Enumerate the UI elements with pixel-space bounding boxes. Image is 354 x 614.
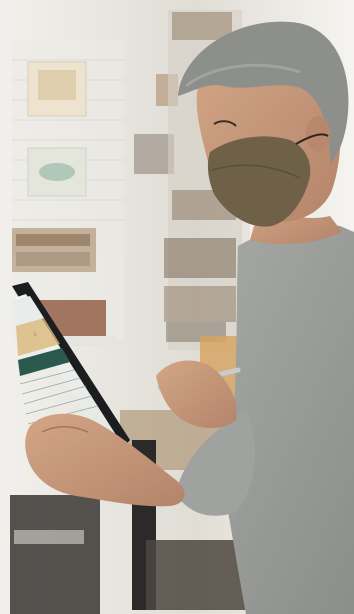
workshop-photo (0, 0, 354, 614)
photo-frame (0, 0, 354, 614)
